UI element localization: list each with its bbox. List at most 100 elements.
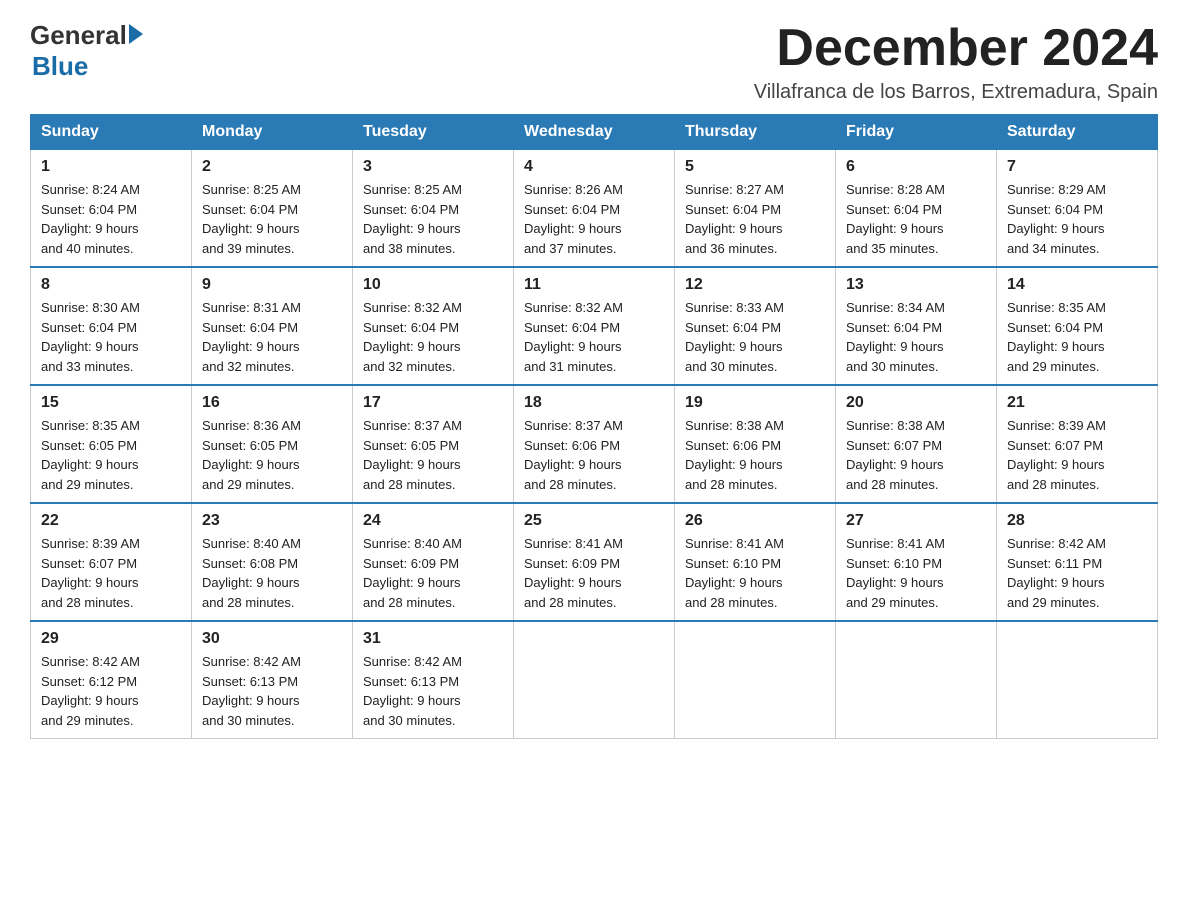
calendar-cell: 22 Sunrise: 8:39 AM Sunset: 6:07 PM Dayl… (31, 503, 192, 621)
header-sunday: Sunday (31, 115, 192, 150)
day-number: 5 (685, 158, 825, 176)
calendar-cell (514, 621, 675, 739)
calendar-cell: 4 Sunrise: 8:26 AM Sunset: 6:04 PM Dayli… (514, 150, 675, 268)
day-info: Sunrise: 8:27 AM Sunset: 6:04 PM Dayligh… (685, 180, 825, 258)
calendar-cell: 24 Sunrise: 8:40 AM Sunset: 6:09 PM Dayl… (353, 503, 514, 621)
day-info: Sunrise: 8:28 AM Sunset: 6:04 PM Dayligh… (846, 180, 986, 258)
day-info: Sunrise: 8:31 AM Sunset: 6:04 PM Dayligh… (202, 298, 342, 376)
calendar-table: Sunday Monday Tuesday Wednesday Thursday… (30, 114, 1158, 739)
logo-blue-text: Blue (32, 51, 143, 82)
calendar-cell (997, 621, 1158, 739)
calendar-cell: 3 Sunrise: 8:25 AM Sunset: 6:04 PM Dayli… (353, 150, 514, 268)
calendar-cell: 30 Sunrise: 8:42 AM Sunset: 6:13 PM Dayl… (192, 621, 353, 739)
calendar-cell: 25 Sunrise: 8:41 AM Sunset: 6:09 PM Dayl… (514, 503, 675, 621)
calendar-cell: 5 Sunrise: 8:27 AM Sunset: 6:04 PM Dayli… (675, 150, 836, 268)
calendar-cell: 21 Sunrise: 8:39 AM Sunset: 6:07 PM Dayl… (997, 385, 1158, 503)
calendar-cell: 9 Sunrise: 8:31 AM Sunset: 6:04 PM Dayli… (192, 267, 353, 385)
day-number: 16 (202, 394, 342, 412)
day-info: Sunrise: 8:42 AM Sunset: 6:13 PM Dayligh… (202, 652, 342, 730)
week-row-2: 8 Sunrise: 8:30 AM Sunset: 6:04 PM Dayli… (31, 267, 1158, 385)
calendar-cell: 26 Sunrise: 8:41 AM Sunset: 6:10 PM Dayl… (675, 503, 836, 621)
day-info: Sunrise: 8:41 AM Sunset: 6:10 PM Dayligh… (685, 534, 825, 612)
day-number: 25 (524, 512, 664, 530)
logo: General Blue (30, 20, 143, 82)
day-number: 21 (1007, 394, 1147, 412)
calendar-cell: 29 Sunrise: 8:42 AM Sunset: 6:12 PM Dayl… (31, 621, 192, 739)
calendar-cell: 18 Sunrise: 8:37 AM Sunset: 6:06 PM Dayl… (514, 385, 675, 503)
day-number: 3 (363, 158, 503, 176)
week-row-5: 29 Sunrise: 8:42 AM Sunset: 6:12 PM Dayl… (31, 621, 1158, 739)
day-number: 15 (41, 394, 181, 412)
day-number: 1 (41, 158, 181, 176)
day-number: 6 (846, 158, 986, 176)
month-title: December 2024 (754, 20, 1158, 77)
day-number: 29 (41, 630, 181, 648)
day-info: Sunrise: 8:37 AM Sunset: 6:06 PM Dayligh… (524, 416, 664, 494)
day-info: Sunrise: 8:41 AM Sunset: 6:09 PM Dayligh… (524, 534, 664, 612)
header-thursday: Thursday (675, 115, 836, 150)
header-saturday: Saturday (997, 115, 1158, 150)
day-number: 26 (685, 512, 825, 530)
title-area: December 2024 Villafranca de los Barros,… (754, 20, 1158, 104)
day-info: Sunrise: 8:30 AM Sunset: 6:04 PM Dayligh… (41, 298, 181, 376)
calendar-cell: 1 Sunrise: 8:24 AM Sunset: 6:04 PM Dayli… (31, 150, 192, 268)
day-info: Sunrise: 8:29 AM Sunset: 6:04 PM Dayligh… (1007, 180, 1147, 258)
day-info: Sunrise: 8:36 AM Sunset: 6:05 PM Dayligh… (202, 416, 342, 494)
day-number: 7 (1007, 158, 1147, 176)
calendar-cell: 13 Sunrise: 8:34 AM Sunset: 6:04 PM Dayl… (836, 267, 997, 385)
day-number: 11 (524, 276, 664, 294)
day-info: Sunrise: 8:35 AM Sunset: 6:05 PM Dayligh… (41, 416, 181, 494)
calendar-header: Sunday Monday Tuesday Wednesday Thursday… (31, 115, 1158, 150)
day-info: Sunrise: 8:25 AM Sunset: 6:04 PM Dayligh… (202, 180, 342, 258)
calendar-cell (675, 621, 836, 739)
day-info: Sunrise: 8:42 AM Sunset: 6:13 PM Dayligh… (363, 652, 503, 730)
logo-general-text: General (30, 20, 127, 51)
day-number: 8 (41, 276, 181, 294)
day-info: Sunrise: 8:34 AM Sunset: 6:04 PM Dayligh… (846, 298, 986, 376)
day-info: Sunrise: 8:32 AM Sunset: 6:04 PM Dayligh… (363, 298, 503, 376)
day-info: Sunrise: 8:33 AM Sunset: 6:04 PM Dayligh… (685, 298, 825, 376)
day-number: 24 (363, 512, 503, 530)
day-number: 10 (363, 276, 503, 294)
day-number: 19 (685, 394, 825, 412)
day-info: Sunrise: 8:25 AM Sunset: 6:04 PM Dayligh… (363, 180, 503, 258)
week-row-4: 22 Sunrise: 8:39 AM Sunset: 6:07 PM Dayl… (31, 503, 1158, 621)
calendar-cell: 7 Sunrise: 8:29 AM Sunset: 6:04 PM Dayli… (997, 150, 1158, 268)
calendar-cell: 12 Sunrise: 8:33 AM Sunset: 6:04 PM Dayl… (675, 267, 836, 385)
header-tuesday: Tuesday (353, 115, 514, 150)
calendar-cell: 8 Sunrise: 8:30 AM Sunset: 6:04 PM Dayli… (31, 267, 192, 385)
week-row-1: 1 Sunrise: 8:24 AM Sunset: 6:04 PM Dayli… (31, 150, 1158, 268)
day-number: 13 (846, 276, 986, 294)
day-info: Sunrise: 8:41 AM Sunset: 6:10 PM Dayligh… (846, 534, 986, 612)
calendar-cell: 23 Sunrise: 8:40 AM Sunset: 6:08 PM Dayl… (192, 503, 353, 621)
header-monday: Monday (192, 115, 353, 150)
day-number: 14 (1007, 276, 1147, 294)
day-number: 4 (524, 158, 664, 176)
calendar-cell: 27 Sunrise: 8:41 AM Sunset: 6:10 PM Dayl… (836, 503, 997, 621)
day-number: 12 (685, 276, 825, 294)
calendar-cell: 20 Sunrise: 8:38 AM Sunset: 6:07 PM Dayl… (836, 385, 997, 503)
day-info: Sunrise: 8:38 AM Sunset: 6:07 PM Dayligh… (846, 416, 986, 494)
calendar-cell: 28 Sunrise: 8:42 AM Sunset: 6:11 PM Dayl… (997, 503, 1158, 621)
calendar-cell: 17 Sunrise: 8:37 AM Sunset: 6:05 PM Dayl… (353, 385, 514, 503)
day-info: Sunrise: 8:24 AM Sunset: 6:04 PM Dayligh… (41, 180, 181, 258)
calendar-cell: 19 Sunrise: 8:38 AM Sunset: 6:06 PM Dayl… (675, 385, 836, 503)
day-info: Sunrise: 8:26 AM Sunset: 6:04 PM Dayligh… (524, 180, 664, 258)
day-number: 30 (202, 630, 342, 648)
calendar-cell: 14 Sunrise: 8:35 AM Sunset: 6:04 PM Dayl… (997, 267, 1158, 385)
day-number: 9 (202, 276, 342, 294)
day-number: 22 (41, 512, 181, 530)
day-number: 18 (524, 394, 664, 412)
day-info: Sunrise: 8:32 AM Sunset: 6:04 PM Dayligh… (524, 298, 664, 376)
day-info: Sunrise: 8:40 AM Sunset: 6:09 PM Dayligh… (363, 534, 503, 612)
day-info: Sunrise: 8:42 AM Sunset: 6:11 PM Dayligh… (1007, 534, 1147, 612)
day-info: Sunrise: 8:38 AM Sunset: 6:06 PM Dayligh… (685, 416, 825, 494)
day-info: Sunrise: 8:37 AM Sunset: 6:05 PM Dayligh… (363, 416, 503, 494)
calendar-cell: 6 Sunrise: 8:28 AM Sunset: 6:04 PM Dayli… (836, 150, 997, 268)
header-row: Sunday Monday Tuesday Wednesday Thursday… (31, 115, 1158, 150)
page-header: General Blue December 2024 Villafranca d… (30, 20, 1158, 104)
calendar-cell: 31 Sunrise: 8:42 AM Sunset: 6:13 PM Dayl… (353, 621, 514, 739)
calendar-cell: 15 Sunrise: 8:35 AM Sunset: 6:05 PM Dayl… (31, 385, 192, 503)
week-row-3: 15 Sunrise: 8:35 AM Sunset: 6:05 PM Dayl… (31, 385, 1158, 503)
calendar-cell: 2 Sunrise: 8:25 AM Sunset: 6:04 PM Dayli… (192, 150, 353, 268)
